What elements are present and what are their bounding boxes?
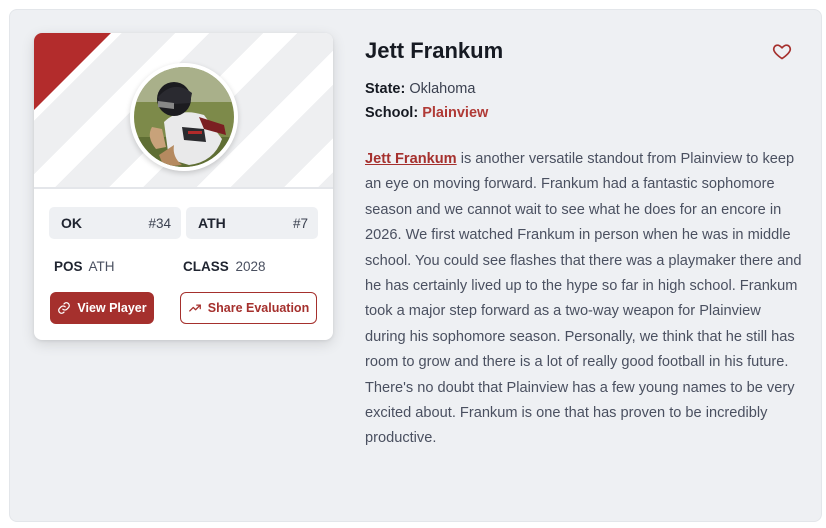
- share-evaluation-button[interactable]: Share Evaluation: [180, 292, 317, 324]
- pos-value: ATH: [88, 259, 115, 274]
- state-value: Oklahoma: [409, 81, 476, 97]
- position-rank: #7: [292, 215, 308, 231]
- link-icon: [58, 302, 71, 314]
- view-player-button[interactable]: View Player: [50, 292, 154, 324]
- position-abbr: ATH: [198, 215, 226, 231]
- position-rank-badge: ATH #7: [186, 207, 318, 239]
- school-label: School:: [365, 105, 419, 121]
- heart-icon[interactable]: [772, 41, 792, 61]
- school-link[interactable]: Plainview: [422, 105, 488, 121]
- share-evaluation-label: Share Evaluation: [207, 301, 310, 315]
- state-rank-badge: OK #34: [49, 207, 181, 239]
- player-name-link[interactable]: Jett Frankum: [365, 151, 457, 167]
- state-label: State:: [365, 81, 406, 97]
- class-value: 2028: [235, 259, 266, 274]
- trending-up-icon: [188, 304, 201, 312]
- position-info: POS ATH: [54, 259, 115, 274]
- player-avatar[interactable]: [130, 63, 238, 171]
- card-header: [34, 33, 333, 189]
- class-info: CLASS 2028: [183, 259, 266, 274]
- class-label: CLASS: [183, 259, 229, 274]
- player-photo: [134, 67, 234, 167]
- player-state: State: Oklahoma: [365, 81, 475, 97]
- player-school: School: Plainview: [365, 105, 488, 121]
- view-player-label: View Player: [77, 301, 147, 315]
- state-rank: #34: [148, 215, 171, 231]
- player-card: OK #34 ATH #7 POS ATH CLASS 2028 View Pl…: [34, 33, 333, 340]
- pos-label: POS: [54, 259, 83, 274]
- player-name: Jett Frankum: [365, 38, 504, 63]
- card-corner-accent: [34, 33, 111, 110]
- state-abbr: OK: [61, 215, 82, 231]
- evaluation-body: is another versatile standout from Plain…: [365, 151, 802, 447]
- player-evaluation-text: Jett Frankum is another versatile stando…: [365, 147, 805, 452]
